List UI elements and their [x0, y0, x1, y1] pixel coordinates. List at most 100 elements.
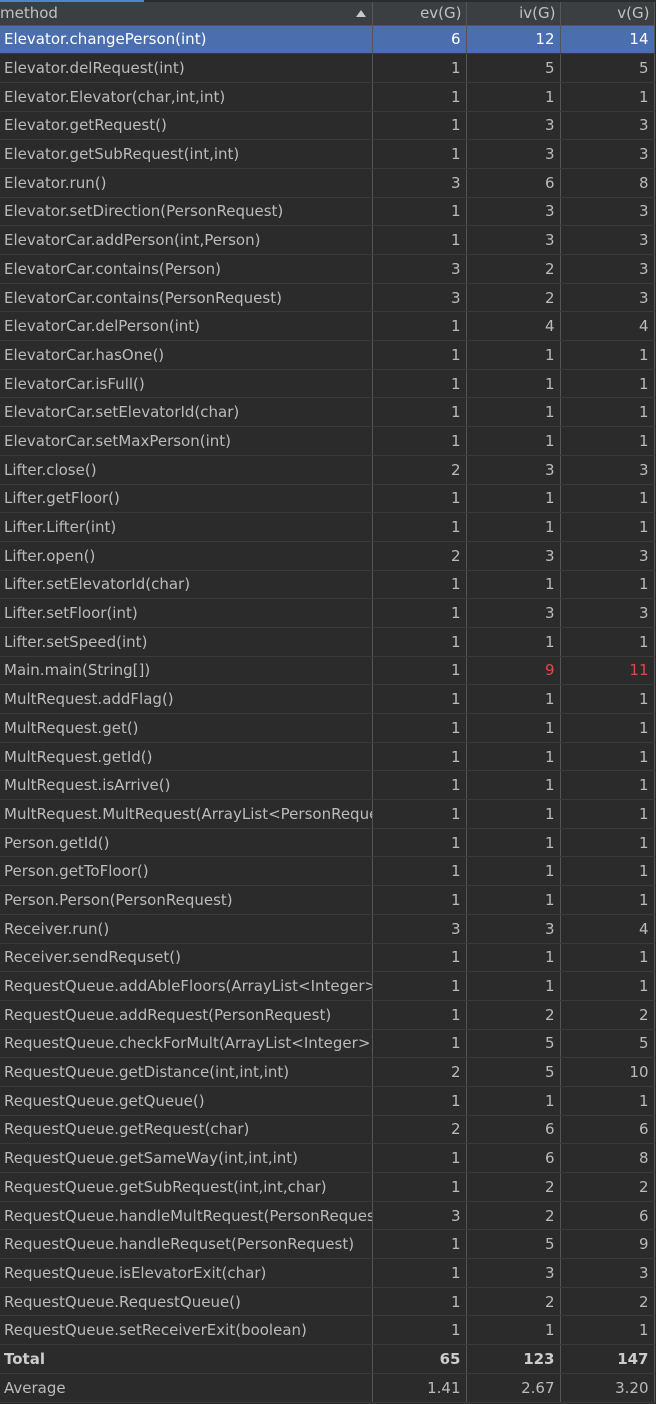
iv-cell: 1 [466, 512, 561, 542]
ev-cell: 1 [372, 53, 467, 83]
v-cell: 9 [560, 1229, 655, 1260]
table-row[interactable]: Elevator.getRequest() 1 3 3 [0, 111, 655, 141]
table-row[interactable]: ElevatorCar.hasOne() 1 1 1 [0, 340, 655, 370]
iv-cell: 1 [466, 799, 561, 829]
table-row[interactable]: RequestQueue.addRequest(PersonRequest) 1 2… [0, 1000, 655, 1030]
column-header-v[interactable]: v(G) [560, 2, 655, 26]
method-cell: Person.Person(PersonRequest) [0, 885, 373, 915]
table-row[interactable]: RequestQueue.handleMultRequest(PersonReq… [0, 1201, 655, 1231]
ev-cell: 1 [372, 828, 467, 858]
average-row-label: Average [0, 1373, 373, 1403]
iv-cell: 2 [466, 1287, 561, 1317]
v-cell: 1 [560, 885, 655, 915]
iv-cell: 9 [466, 656, 561, 686]
v-cell: 1 [560, 799, 655, 829]
ev-cell: 1 [372, 1029, 467, 1059]
ev-cell: 1 [372, 1258, 467, 1288]
table-row[interactable]: Lifter.setFloor(int) 1 3 3 [0, 598, 655, 628]
table-row[interactable]: Person.getToFloor() 1 1 1 [0, 856, 655, 887]
method-cell: ElevatorCar.hasOne() [0, 340, 373, 370]
table-row[interactable]: Elevator.Elevator(char,int,int) 1 1 1 [0, 82, 655, 112]
v-cell: 1 [560, 627, 655, 657]
ev-cell: 3 [372, 283, 467, 313]
method-cell: Lifter.setFloor(int) [0, 598, 373, 628]
v-cell: 2 [560, 1172, 655, 1202]
table-row[interactable]: Lifter.open() 2 3 3 [0, 541, 655, 571]
v-cell: 1 [560, 742, 655, 772]
iv-cell: 2 [466, 254, 561, 284]
v-cell: 3 [560, 139, 655, 169]
iv-cell: 12 [466, 25, 561, 55]
table-row[interactable]: Elevator.run() 3 6 8 [0, 168, 655, 198]
iv-cell: 1 [466, 340, 561, 370]
sort-ascending-icon[interactable] [355, 10, 366, 17]
method-cell: MultRequest.get() [0, 713, 373, 743]
iv-cell: 5 [466, 53, 561, 83]
table-row[interactable]: Elevator.getSubRequest(int,int) 1 3 3 [0, 139, 655, 169]
ev-cell: 1 [372, 770, 467, 801]
v-cell: 1 [560, 684, 655, 714]
table-row[interactable]: RequestQueue.getSubRequest(int,int,char)… [0, 1172, 655, 1202]
iv-cell: 3 [466, 541, 561, 571]
table-row[interactable]: Lifter.Lifter(int) 1 1 1 [0, 512, 655, 542]
column-header-ev[interactable]: ev(G) [372, 2, 467, 26]
table-row[interactable]: Lifter.getFloor() 1 1 1 [0, 484, 655, 514]
table-row[interactable]: Lifter.close() 2 3 3 [0, 455, 655, 485]
table-row[interactable]: MultRequest.MultRequest(ArrayList<Person… [0, 799, 655, 829]
table-row[interactable]: RequestQueue.handleRequset(PersonRequest… [0, 1229, 655, 1260]
table-row[interactable]: Elevator.delRequest(int) 1 5 5 [0, 53, 655, 83]
method-cell: RequestQueue.handleMultRequest(PersonReq… [0, 1201, 373, 1231]
table-row[interactable]: RequestQueue.getSameWay(int,int,int) 1 6 8 [0, 1143, 655, 1173]
ev-cell: 1 [372, 512, 467, 542]
ev-cell: 1 [372, 1315, 467, 1346]
iv-cell: 1 [466, 484, 561, 514]
method-cell: Lifter.open() [0, 541, 373, 571]
method-cell: ElevatorCar.setMaxPerson(int) [0, 426, 373, 456]
table-row[interactable]: RequestQueue.getRequest(char) 2 6 6 [0, 1115, 655, 1145]
table-row[interactable]: MultRequest.isArrive() 1 1 1 [0, 770, 655, 801]
table-row[interactable]: Receiver.run() 3 3 4 [0, 914, 655, 944]
table-row[interactable]: RequestQueue.getQueue() 1 1 1 [0, 1086, 655, 1116]
table-row[interactable]: MultRequest.getId() 1 1 1 [0, 742, 655, 772]
table-row[interactable]: ElevatorCar.delPerson(int) 1 4 4 [0, 311, 655, 342]
ev-cell: 1 [372, 82, 467, 112]
method-cell: RequestQueue.isElevatorExit(char) [0, 1258, 373, 1288]
table-row[interactable]: Main.main(String[]) 1 9 11 [0, 656, 655, 686]
table-row[interactable]: MultRequest.get() 1 1 1 [0, 713, 655, 743]
table-row[interactable]: Elevator.setDirection(PersonRequest) 1 3 3 [0, 197, 655, 227]
method-cell: Elevator.run() [0, 168, 373, 198]
method-cell: ElevatorCar.contains(Person) [0, 254, 373, 284]
table-row[interactable]: ElevatorCar.contains(PersonRequest) 3 2 3 [0, 283, 655, 313]
table-row[interactable]: RequestQueue.RequestQueue() 1 2 2 [0, 1287, 655, 1317]
ev-cell: 1 [372, 484, 467, 514]
table-row[interactable]: Person.Person(PersonRequest) 1 1 1 [0, 885, 655, 915]
table-row[interactable]: RequestQueue.setReceiverExit(boolean) 1 1 1 [0, 1315, 655, 1346]
method-cell: MultRequest.isArrive() [0, 770, 373, 801]
ev-cell: 1 [372, 311, 467, 342]
table-row[interactable]: RequestQueue.isElevatorExit(char) 1 3 3 [0, 1258, 655, 1288]
table-row[interactable]: Lifter.setElevatorId(char) 1 1 1 [0, 570, 655, 600]
ev-cell: 1 [372, 1172, 467, 1202]
table-row[interactable]: ElevatorCar.addPerson(int,Person) 1 3 3 [0, 225, 655, 255]
iv-cell: 5 [466, 1229, 561, 1260]
table-row[interactable]: RequestQueue.getDistance(int,int,int) 2 5 1… [0, 1057, 655, 1087]
table-row[interactable]: ElevatorCar.setMaxPerson(int) 1 1 1 [0, 426, 655, 456]
ev-cell: 2 [372, 1115, 467, 1145]
table-row[interactable]: ElevatorCar.contains(Person) 3 2 3 [0, 254, 655, 284]
iv-cell: 2 [466, 1000, 561, 1030]
table-row[interactable]: Receiver.sendRequset() 1 1 1 [0, 943, 655, 973]
table-row[interactable]: Elevator.changePerson(int) 6 12 14 [0, 25, 655, 55]
v-cell: 1 [560, 340, 655, 370]
iv-cell: 1 [466, 397, 561, 428]
table-row[interactable]: RequestQueue.checkForMult(ArrayList<Inte… [0, 1029, 655, 1059]
table-row[interactable]: RequestQueue.addAbleFloors(ArrayList<Int… [0, 971, 655, 1001]
table-row[interactable]: ElevatorCar.isFull() 1 1 1 [0, 369, 655, 399]
table-row[interactable]: MultRequest.addFlag() 1 1 1 [0, 684, 655, 714]
column-header-iv[interactable]: iv(G) [466, 2, 561, 26]
table-row[interactable]: Person.getId() 1 1 1 [0, 828, 655, 858]
column-header-method[interactable]: method [0, 2, 373, 26]
ev-cell: 2 [372, 541, 467, 571]
table-row[interactable]: Lifter.setSpeed(int) 1 1 1 [0, 627, 655, 657]
ev-cell: 1 [372, 570, 467, 600]
table-row[interactable]: ElevatorCar.setElevatorId(char) 1 1 1 [0, 397, 655, 428]
